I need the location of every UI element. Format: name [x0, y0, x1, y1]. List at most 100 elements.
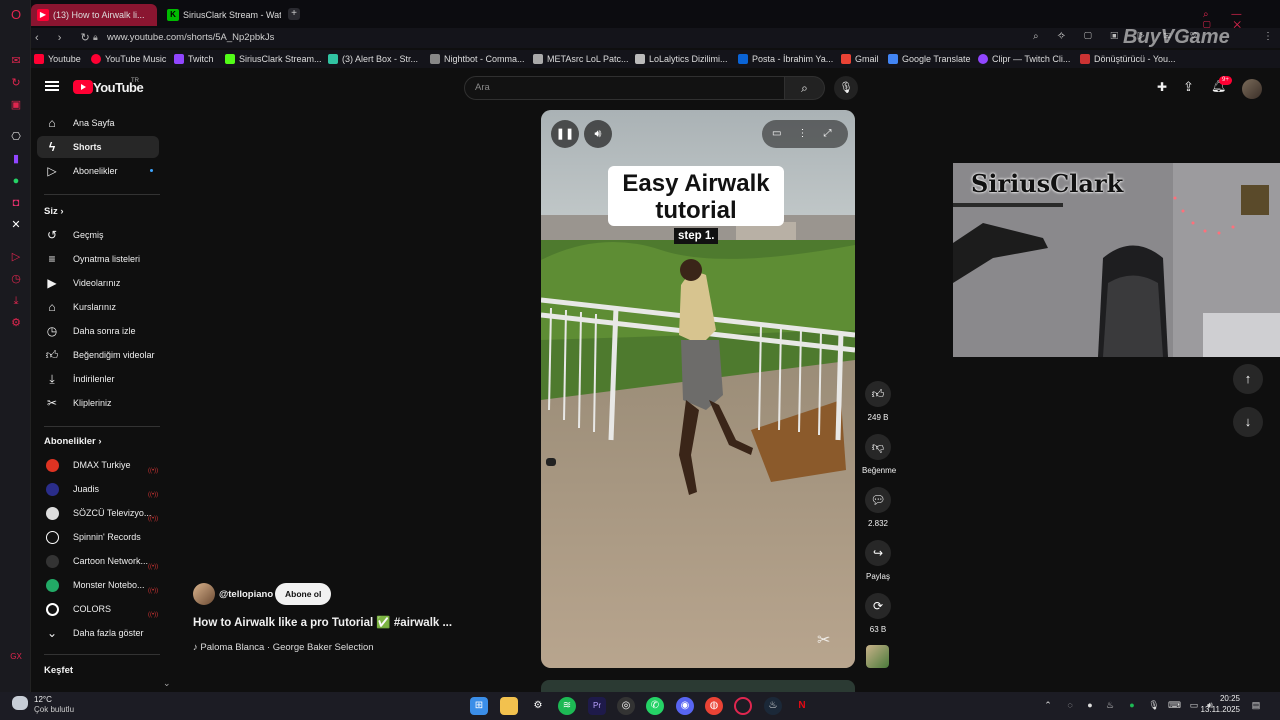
channel-name[interactable]: @tellopiano	[219, 589, 273, 600]
sidebar-channel-cartoon-network[interactable]: Cartoon Network... ((•))	[37, 550, 159, 572]
gx-icon[interactable]: GX	[9, 650, 23, 664]
search-button[interactable]: ⌕	[785, 76, 825, 100]
bookmark-lolalytics[interactable]: LoLalytics Dizilimi...	[635, 53, 728, 65]
remix-action[interactable]: ⟳ 63 B	[862, 593, 894, 634]
menu-icon[interactable]: ⋮	[1263, 31, 1273, 42]
twitch-icon[interactable]: ▮	[9, 152, 23, 166]
section-you-title[interactable]: Siz ›	[44, 206, 64, 217]
bookmark-youtube-music[interactable]: YouTube Music	[91, 53, 166, 65]
bookmark-twitch[interactable]: Twitch	[174, 53, 214, 65]
scroll-down-icon[interactable]: ⌄	[163, 678, 171, 689]
bookmark-youtube[interactable]: Youtube	[34, 53, 81, 65]
comment-icon[interactable]: 💬︎	[865, 487, 891, 513]
tray-app-icon[interactable]: ●	[1084, 699, 1096, 711]
sidebar-channel-dmax[interactable]: DMAX Turkiye ((•))	[37, 454, 159, 476]
x-icon[interactable]: ✕	[9, 218, 23, 232]
sidebar-item-home[interactable]: ⌂ Ana Sayfa	[37, 112, 159, 134]
comments-action[interactable]: 💬︎ 2.832	[862, 487, 894, 528]
history-icon[interactable]: ↻	[9, 76, 23, 90]
premiere-icon[interactable]: Pr	[588, 697, 606, 715]
shorts-player[interactable]: ❚❚ 🔊︎ ▭⋮⤢ Easy Airwalk tutorial step 1. …	[541, 110, 855, 668]
start-button-icon[interactable]: ⊞	[470, 697, 488, 715]
tray-spotify-icon[interactable]: ●	[1126, 699, 1138, 711]
bookmark-kick[interactable]: SiriusClark Stream...	[225, 53, 322, 65]
tab-active[interactable]: ▶ (13) How to Airwalk li...	[31, 4, 157, 26]
thumbs-down-icon[interactable]: 👎︎	[865, 434, 891, 460]
sidebar-item-clips[interactable]: ✂ Klipleriniz	[37, 392, 159, 414]
mail-icon[interactable]: ✉	[9, 54, 23, 68]
subscribe-button[interactable]: Abone ol	[275, 583, 332, 605]
new-tab-button[interactable]: +	[288, 8, 300, 20]
player-icon[interactable]: ▣	[9, 98, 23, 112]
upload-button[interactable]: ⇪	[1183, 79, 1194, 95]
sidebar-item-subscriptions[interactable]: ▷ Abonelikler	[37, 160, 159, 182]
dislike-action[interactable]: 👎︎ Beğenme	[862, 434, 896, 475]
settings-icon[interactable]: ⚙	[529, 697, 547, 715]
youtube-logo-icon[interactable]	[73, 80, 93, 94]
sidebar-show-more[interactable]: ⌄ Daha fazla göster	[37, 622, 159, 644]
scroll-up-icon[interactable]: ⌃	[163, 106, 171, 111]
tab-inactive[interactable]: K SiriusClark Stream - Wat...	[161, 4, 281, 26]
music-credit[interactable]: ♪ Paloma Blanca · George Baker Selection	[193, 642, 374, 653]
audio-thumbnail[interactable]	[866, 645, 889, 668]
hamburger-menu-icon[interactable]	[45, 81, 59, 91]
tray-steam-icon[interactable]: ♨	[1104, 699, 1116, 711]
chatgpt-icon[interactable]: ⎔	[9, 130, 23, 144]
obs-icon[interactable]: ◎	[617, 697, 635, 715]
notification-center-icon[interactable]: ▤	[1250, 699, 1262, 711]
bookmark-outlook[interactable]: Posta - İbrahim Ya...	[738, 53, 833, 65]
previous-short-button[interactable]: ↑	[1233, 364, 1263, 394]
share-icon[interactable]: ↪	[865, 540, 891, 566]
sidebar-item-playlists[interactable]: ≡ Oynatma listeleri	[37, 248, 159, 270]
clock-time[interactable]: 20:25	[1218, 694, 1240, 703]
keyboard-icon[interactable]: ⌨	[1168, 699, 1181, 711]
channel-avatar[interactable]	[193, 583, 215, 605]
section-subscriptions-title[interactable]: Abonelikler ›	[44, 436, 102, 447]
short-title[interactable]: How to Airwalk like a pro Tutorial ✅ #ai…	[193, 615, 513, 629]
clock-icon[interactable]: ◷	[9, 272, 23, 286]
whatsapp-icon[interactable]: ✆	[646, 697, 664, 715]
bookmark-metasrc[interactable]: METAsrc LoL Patc...	[533, 53, 629, 65]
flow-icon[interactable]: ▷	[9, 250, 23, 264]
spotify-icon[interactable]: ≋	[558, 697, 576, 715]
sidebar-item-watch-later[interactable]: ◷ Daha sonra izle	[37, 320, 159, 342]
sidebar-channel-sozcu[interactable]: SÖZCÜ Televizyo... ((•))	[37, 502, 159, 524]
whatsapp-icon[interactable]: ●	[9, 174, 23, 188]
netflix-icon[interactable]: N	[793, 697, 811, 715]
volume-button[interactable]: 🔊︎	[584, 120, 612, 148]
instagram-icon[interactable]: ◘	[9, 196, 23, 210]
next-short-button[interactable]: ↓	[1233, 407, 1263, 437]
clock-date[interactable]: 13.11.2025	[1200, 705, 1240, 714]
pause-button[interactable]: ❚❚	[551, 120, 579, 148]
like-action[interactable]: 👍︎ 249 B	[862, 381, 894, 422]
bookmark-converter[interactable]: Dönüştürücü - You...	[1080, 53, 1176, 65]
bookmark-clipr[interactable]: Clipr — Twitch Cli...	[978, 53, 1070, 65]
sidebar-channel-spinnin[interactable]: Spinnin' Records	[37, 526, 159, 548]
settings-icon[interactable]: ⚙	[9, 316, 23, 330]
create-button[interactable]: ✚	[1157, 80, 1167, 94]
sidebar-channel-juadis[interactable]: Juadis ((•))	[37, 478, 159, 500]
network-icon[interactable]: ▭	[1188, 699, 1200, 711]
chrome-icon[interactable]: ◍	[705, 697, 723, 715]
sidebar-channel-colors[interactable]: COLORS ((•))	[37, 598, 159, 620]
url-field[interactable]: www.youtube.com/shorts/5A_Np2pbkJs	[107, 32, 274, 43]
sidebar-item-your-videos[interactable]: ▶ Videolarınız	[37, 272, 159, 294]
sidebar-item-shorts[interactable]: ϟ Shorts	[37, 136, 159, 158]
sidebar-item-liked-videos[interactable]: 👍︎ Beğendiğim videolar	[37, 344, 159, 366]
file-explorer-icon[interactable]	[500, 697, 518, 715]
share-action[interactable]: ↪ Paylaş	[862, 540, 894, 581]
discord-icon[interactable]: ◉	[676, 697, 694, 715]
bookmark-alert-box[interactable]: (3) Alert Box - Str...	[328, 53, 418, 65]
nav-buttons[interactable]: ‹ › ↻	[35, 31, 98, 44]
opera-gx-icon[interactable]	[734, 697, 752, 715]
download-icon[interactable]: ⤓	[9, 294, 23, 308]
microphone-icon[interactable]: 🎙︎	[1148, 699, 1160, 711]
next-short-preview[interactable]	[541, 680, 855, 692]
sidebar-item-downloads[interactable]: ⤓ İndirilenler	[37, 368, 159, 390]
player-controls-right[interactable]: ▭⋮⤢	[762, 120, 848, 148]
search-input[interactable]: Ara	[464, 76, 785, 100]
steam-icon[interactable]: ♨	[764, 697, 782, 715]
sidebar-channel-monster[interactable]: Monster Notebo... ((•))	[37, 574, 159, 596]
bookmark-nightbot[interactable]: Nightbot - Comma...	[430, 53, 525, 65]
tray-overflow-icon[interactable]: ⌃	[1042, 699, 1054, 711]
